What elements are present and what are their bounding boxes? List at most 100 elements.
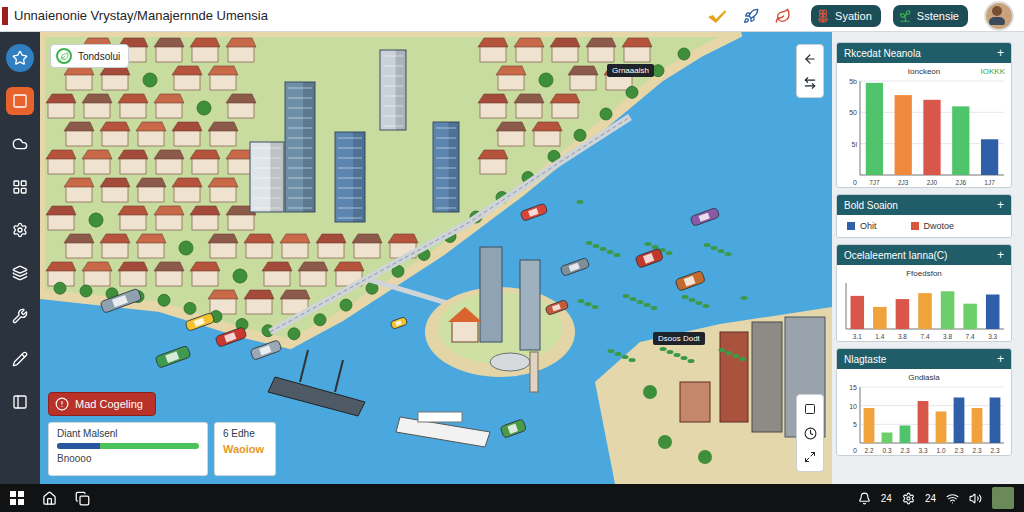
- house[interactable]: [154, 262, 184, 286]
- fullscreen-button[interactable]: [802, 449, 818, 465]
- house[interactable]: [208, 66, 238, 90]
- house[interactable]: [514, 38, 544, 62]
- chart-bar[interactable]: [986, 295, 1000, 330]
- volume-icon[interactable]: [969, 492, 982, 505]
- chart-bar[interactable]: [851, 296, 865, 329]
- house[interactable]: [154, 206, 184, 230]
- house[interactable]: [136, 234, 166, 258]
- house[interactable]: [64, 178, 94, 202]
- sidebar-item[interactable]: [6, 216, 34, 244]
- house[interactable]: [208, 234, 238, 258]
- wifi-icon[interactable]: [946, 492, 959, 505]
- house[interactable]: [172, 122, 202, 146]
- house[interactable]: [46, 94, 76, 118]
- add-button[interactable]: +: [997, 198, 1004, 212]
- house[interactable]: [100, 178, 130, 202]
- house[interactable]: [244, 234, 274, 258]
- house[interactable]: [64, 66, 94, 90]
- house[interactable]: [100, 122, 130, 146]
- house[interactable]: [478, 94, 508, 118]
- house[interactable]: [514, 94, 544, 118]
- house[interactable]: [172, 66, 202, 90]
- house[interactable]: [154, 150, 184, 174]
- select-button[interactable]: [802, 401, 818, 417]
- house[interactable]: [82, 94, 112, 118]
- tower[interactable]: [335, 132, 365, 222]
- swap-button[interactable]: [802, 75, 818, 91]
- house[interactable]: [496, 66, 526, 90]
- boat[interactable]: [500, 419, 527, 438]
- boat[interactable]: [215, 327, 247, 348]
- time-button[interactable]: [802, 425, 818, 441]
- map-label[interactable]: Dsoos Dodt: [653, 332, 705, 345]
- user-avatar[interactable]: [984, 1, 1014, 31]
- map-area[interactable]: TondsoluiGrnaaalshDsoos DodtMad Cogeling…: [40, 32, 832, 484]
- house[interactable]: [118, 150, 148, 174]
- tower[interactable]: [380, 50, 406, 130]
- cruise-ship[interactable]: [396, 412, 490, 447]
- house[interactable]: [280, 234, 310, 258]
- boat[interactable]: [635, 248, 664, 268]
- chart-bar[interactable]: [896, 299, 910, 329]
- chart-bar[interactable]: [990, 398, 1001, 444]
- house[interactable]: [226, 94, 256, 118]
- chart-bar[interactable]: [972, 408, 983, 443]
- sidebar-item[interactable]: [6, 87, 34, 115]
- tray-avatar[interactable]: [992, 487, 1014, 509]
- boat[interactable]: [545, 299, 569, 315]
- chart-bar[interactable]: [866, 83, 883, 175]
- house[interactable]: [208, 122, 238, 146]
- add-button[interactable]: +: [997, 352, 1004, 366]
- house[interactable]: [190, 38, 220, 62]
- boat[interactable]: [185, 312, 215, 331]
- house[interactable]: [64, 234, 94, 258]
- house[interactable]: [208, 290, 238, 314]
- status-card[interactable]: 6 EdheWaoiow: [214, 422, 276, 476]
- house[interactable]: [622, 38, 652, 62]
- map-label[interactable]: Grnaaalsh: [607, 64, 654, 77]
- sidebar-item[interactable]: [6, 302, 34, 330]
- bell-icon[interactable]: [858, 492, 871, 505]
- chart-bar[interactable]: [900, 426, 911, 444]
- cargo-ship[interactable]: [268, 350, 365, 416]
- boat[interactable]: [155, 345, 191, 368]
- chart-bar[interactable]: [895, 95, 912, 175]
- gear-icon[interactable]: [902, 492, 915, 505]
- header-button[interactable]: Syation: [811, 5, 881, 27]
- boat[interactable]: [690, 207, 720, 226]
- house[interactable]: [154, 38, 184, 62]
- chart-bar[interactable]: [918, 293, 932, 329]
- house[interactable]: [82, 150, 112, 174]
- windows-switch-icon[interactable]: [75, 491, 90, 506]
- sidebar-item[interactable]: [6, 173, 34, 201]
- house[interactable]: [154, 94, 184, 118]
- boat[interactable]: [675, 270, 705, 291]
- house[interactable]: [118, 206, 148, 230]
- house[interactable]: [478, 150, 508, 174]
- chart-bar[interactable]: [873, 307, 887, 329]
- tower[interactable]: [250, 142, 284, 212]
- rocket-icon[interactable]: [743, 8, 759, 24]
- city-map[interactable]: [40, 32, 832, 484]
- house[interactable]: [478, 38, 508, 62]
- add-button[interactable]: +: [997, 248, 1004, 262]
- house[interactable]: [532, 122, 562, 146]
- leaf-icon[interactable]: [775, 8, 791, 24]
- chart-bar[interactable]: [963, 304, 977, 329]
- house[interactable]: [82, 262, 112, 286]
- harbor-district[interactable]: [595, 307, 832, 484]
- home-icon[interactable]: [42, 491, 57, 506]
- house[interactable]: [208, 178, 238, 202]
- house[interactable]: [100, 66, 130, 90]
- back-button[interactable]: [802, 51, 818, 67]
- status-card[interactable]: Diant MalsenlBnoooo: [48, 422, 208, 476]
- chart-bar[interactable]: [918, 401, 929, 443]
- house[interactable]: [136, 178, 166, 202]
- house[interactable]: [190, 206, 220, 230]
- chart-bar[interactable]: [882, 433, 893, 444]
- house[interactable]: [46, 206, 76, 230]
- house[interactable]: [352, 234, 382, 258]
- house[interactable]: [190, 262, 220, 286]
- house[interactable]: [64, 122, 94, 146]
- house[interactable]: [226, 38, 256, 62]
